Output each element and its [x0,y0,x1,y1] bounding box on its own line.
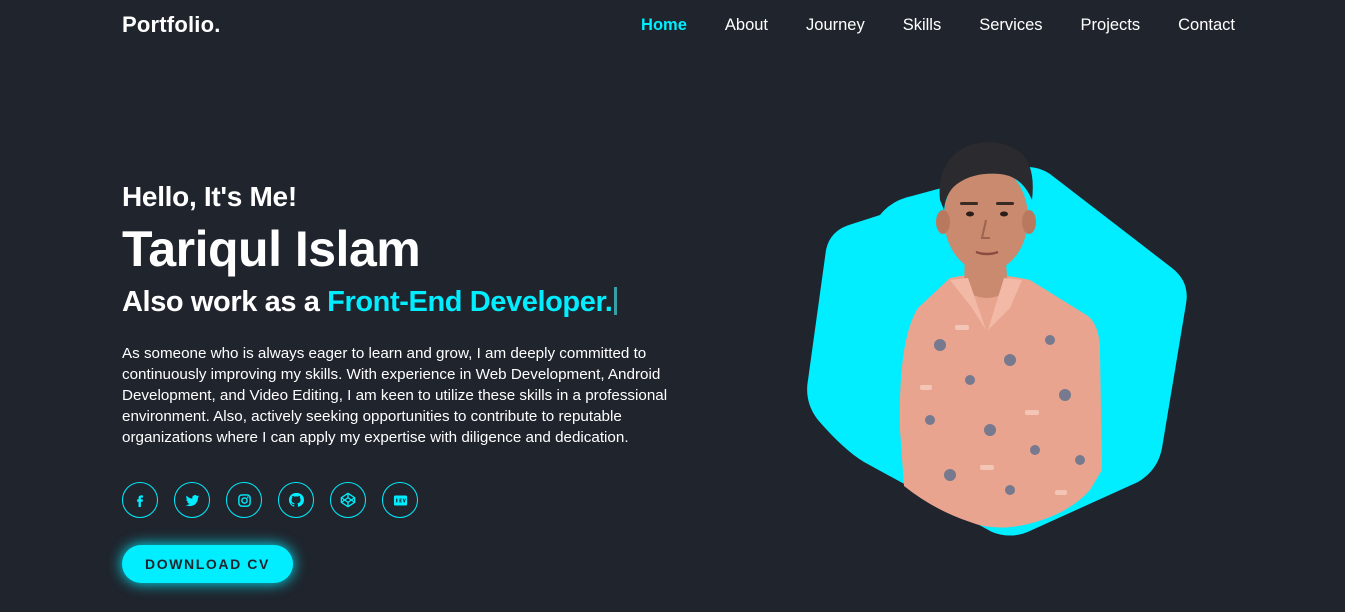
profile-image [800,130,1200,540]
main-nav: Home About Journey Skills Services Proje… [603,16,1235,35]
nav-link-about[interactable]: About [725,16,768,35]
twitter-link[interactable] [174,482,210,518]
nav-link-contact[interactable]: Contact [1178,16,1235,35]
hero-name: Tariqul Islam [122,220,421,277]
instagram-link[interactable] [226,482,262,518]
facebook-icon [137,495,143,507]
nav-link-services[interactable]: Services [979,16,1042,35]
dev-icon [393,495,407,505]
facebook-link[interactable] [122,482,158,518]
hero-greeting: Hello, It's Me! [122,181,297,212]
role-highlight: Front-End Developer. [327,285,613,318]
nav-link-projects[interactable]: Projects [1081,16,1141,35]
hero-section: Hello, It's Me! Tariqul Islam Also work … [122,180,722,464]
twitter-icon [185,494,199,506]
instagram-icon [237,493,251,507]
github-icon [288,492,304,507]
codepen-link[interactable] [330,482,366,518]
hero-description: As someone who is always eager to learn … [122,345,668,447]
site-header: Portfolio. Home About Journey Skills Ser… [0,0,1345,52]
nav-link-home[interactable]: Home [641,16,687,35]
typing-caret [614,286,618,315]
profile-illustration [807,142,1187,536]
site-logo[interactable]: Portfolio. [122,12,221,38]
codepen-icon [340,492,356,508]
download-cv-button[interactable]: DOWNLOAD CV [122,545,293,583]
nav-link-journey[interactable]: Journey [806,16,865,35]
dev-link[interactable] [382,482,418,518]
social-links [122,482,434,518]
nav-link-skills[interactable]: Skills [903,16,942,35]
hero-role: Also work as a Front-End Developer. [122,285,722,320]
role-prefix: Also work as a [122,285,328,318]
github-link[interactable] [278,482,314,518]
